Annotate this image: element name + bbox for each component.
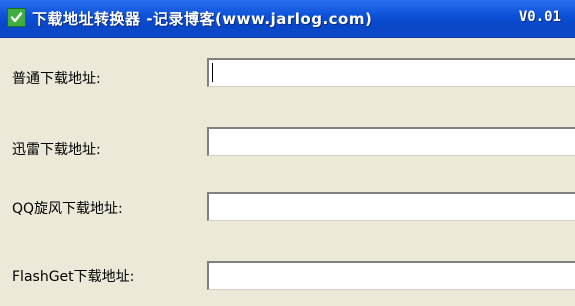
text-cursor	[212, 63, 213, 82]
checkbox-icon	[7, 8, 26, 27]
version-label: V0.01	[518, 9, 561, 25]
qqxuanfeng-url-input[interactable]	[207, 192, 575, 221]
window-title: 下载地址转换器 -记录博客(www.jarlog.com)	[32, 10, 373, 28]
window-titlebar[interactable]: 下载地址转换器 -记录博客(www.jarlog.com) V0.01	[0, 0, 575, 38]
normal-url-input[interactable]	[207, 58, 575, 87]
qqxuanfeng-url-label: QQ旋风下载地址:	[12, 201, 123, 217]
flashget-url-input[interactable]	[207, 261, 575, 290]
flashget-url-label: FlashGet下载地址:	[12, 269, 135, 285]
thunder-url-input[interactable]	[207, 127, 575, 156]
thunder-url-label: 迅雷下载地址:	[12, 142, 101, 158]
normal-url-label: 普通下载地址:	[12, 71, 101, 87]
